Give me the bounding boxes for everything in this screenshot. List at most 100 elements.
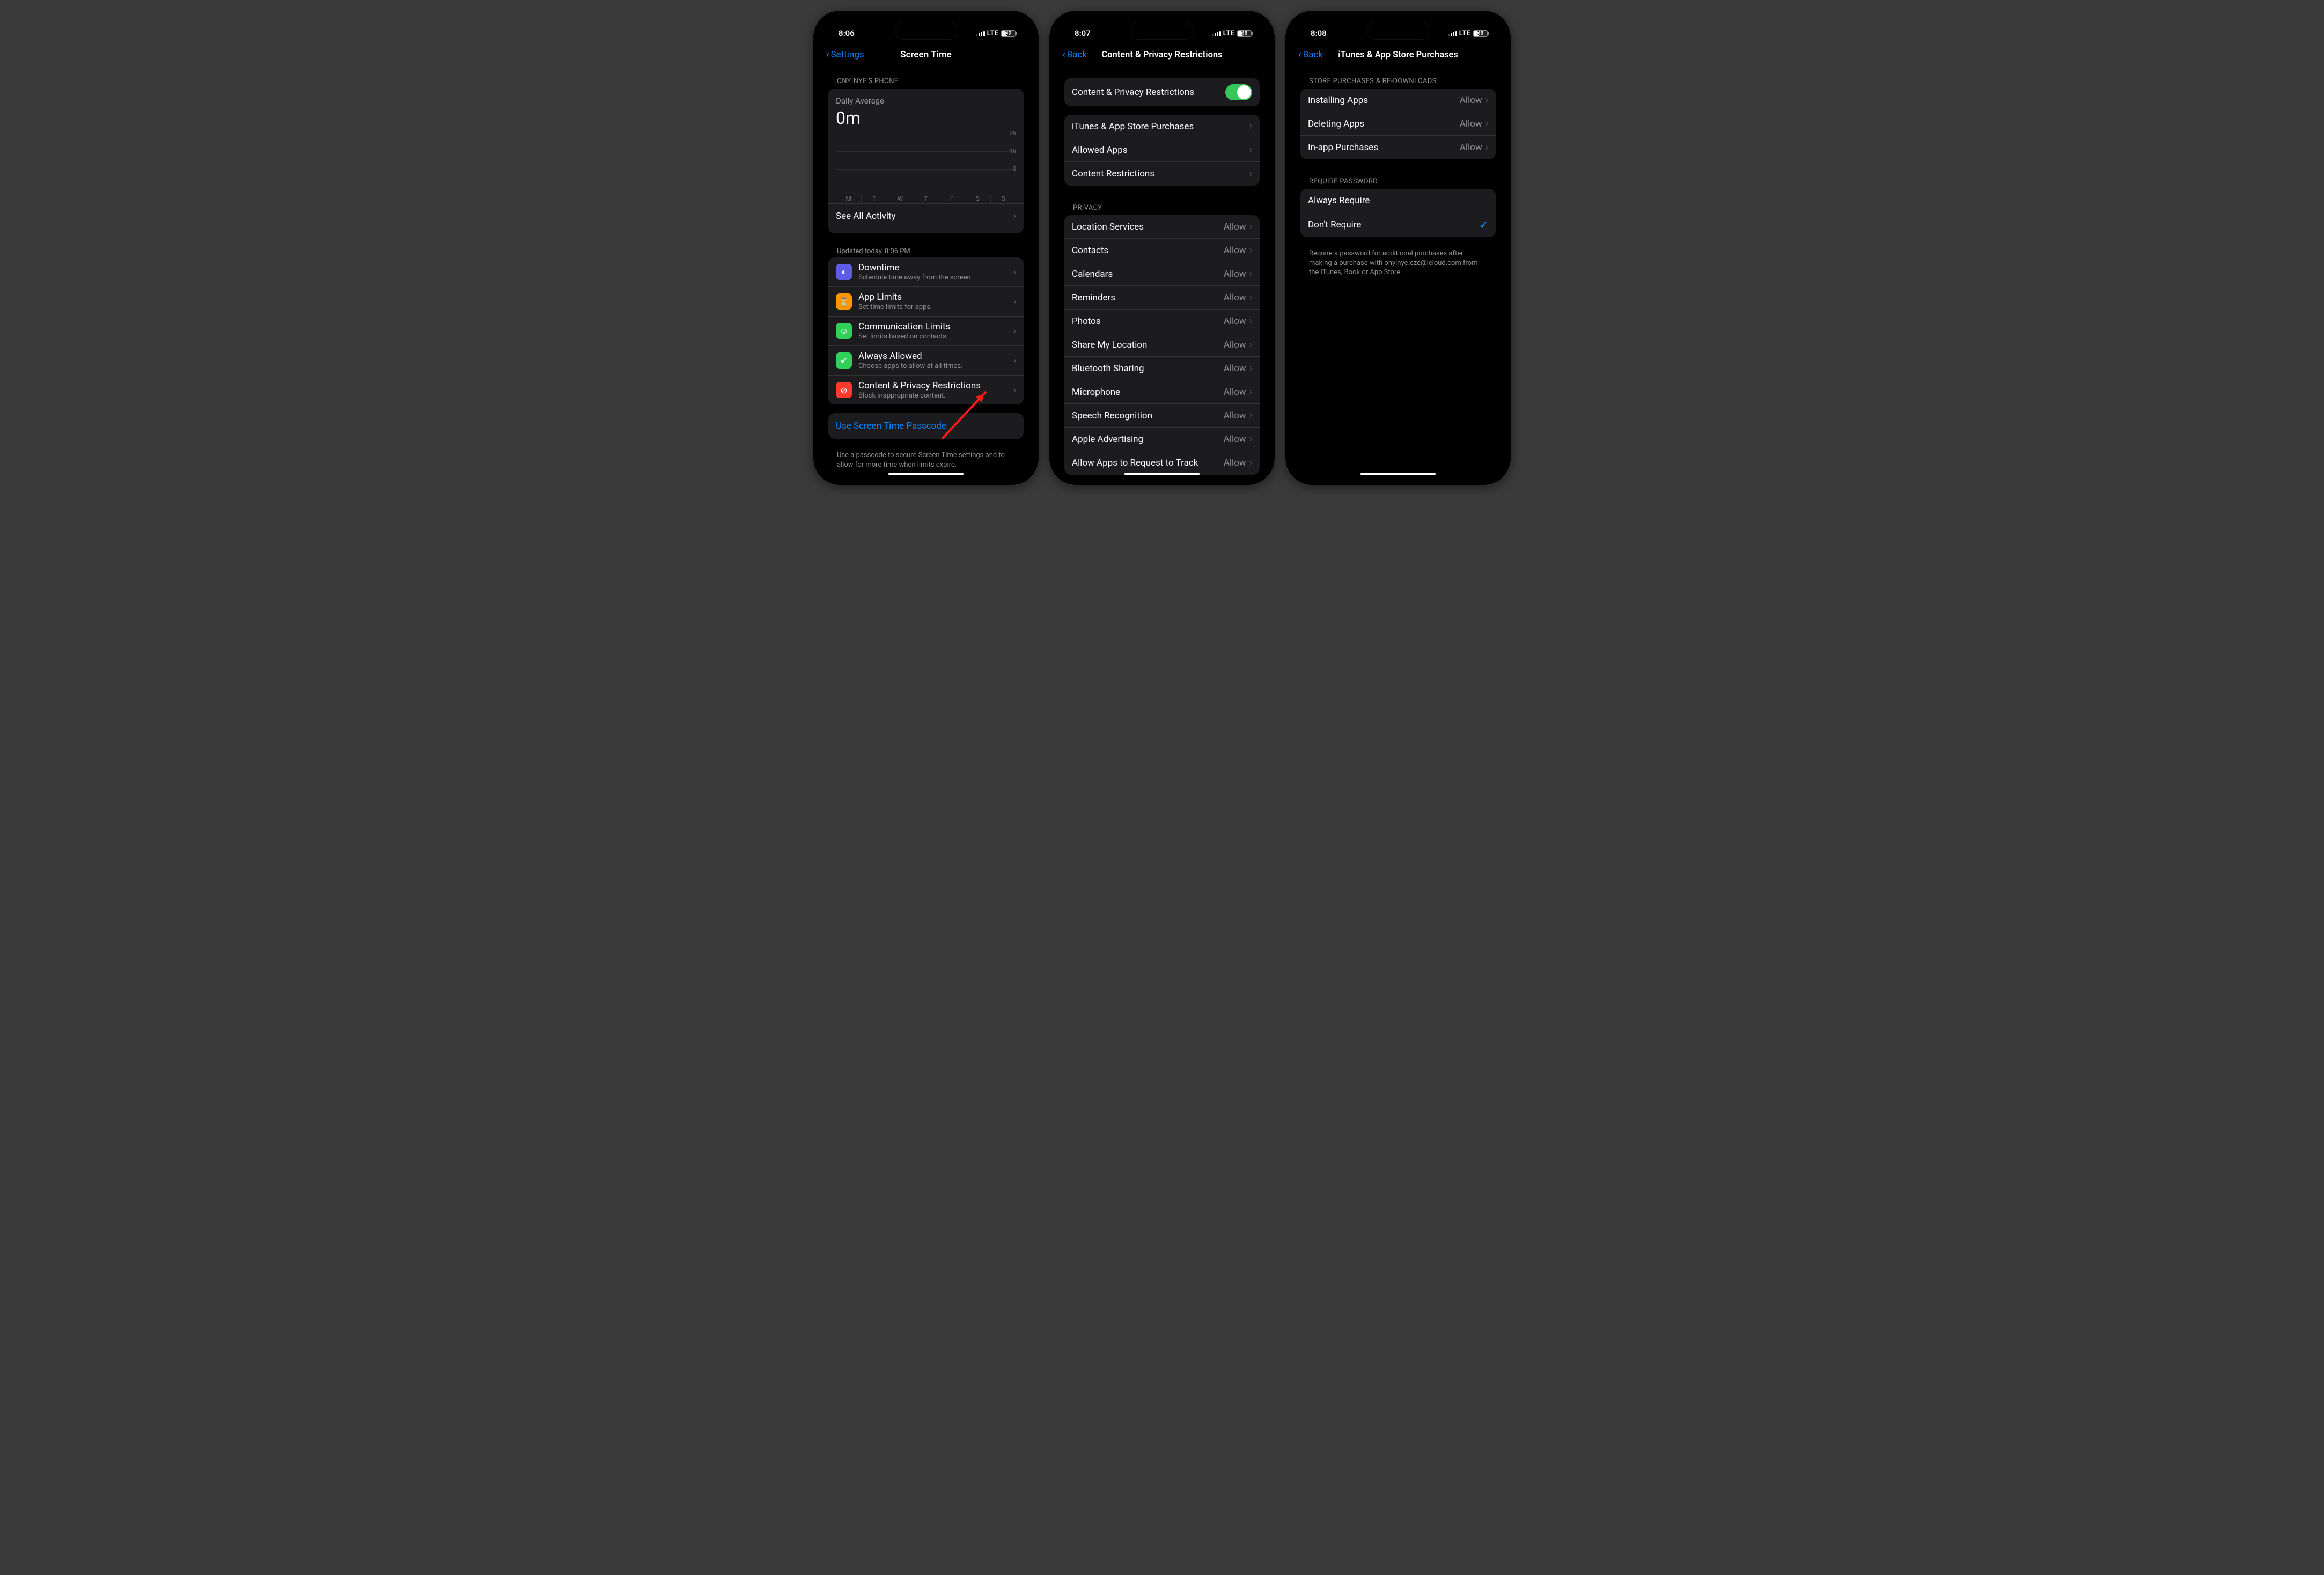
back-label: Settings bbox=[831, 49, 864, 60]
chevron-right-icon: › bbox=[1249, 386, 1252, 398]
chevron-right-icon: › bbox=[1013, 267, 1016, 278]
chevron-left-icon: ‹ bbox=[1062, 48, 1066, 62]
app-limits-row[interactable]: ⏳ App Limits Set time limits for apps. › bbox=[828, 287, 1024, 317]
daily-average-label: Daily Average bbox=[836, 96, 1016, 106]
back-label: Back bbox=[1067, 49, 1087, 60]
allowed-apps-row[interactable]: Allowed Apps › bbox=[1064, 138, 1260, 162]
content-restrictions-row[interactable]: Content Restrictions › bbox=[1064, 162, 1260, 186]
status-time: 8:07 bbox=[1075, 28, 1091, 38]
privacy-row[interactable]: RemindersAllow› bbox=[1064, 286, 1260, 310]
chevron-right-icon: › bbox=[1249, 144, 1252, 156]
daily-average-card: Daily Average 0m 2h 1h 0 M T W T F S bbox=[828, 89, 1024, 233]
row-value: Allow bbox=[1224, 434, 1246, 445]
see-all-activity-label: See All Activity bbox=[836, 211, 1013, 222]
chevron-right-icon: › bbox=[1485, 94, 1488, 106]
back-button[interactable]: ‹ Settings bbox=[826, 48, 864, 62]
row-value: Allow bbox=[1224, 458, 1246, 468]
privacy-row[interactable]: Apple AdvertisingAllow› bbox=[1064, 428, 1260, 451]
back-button[interactable]: ‹ Back bbox=[1298, 48, 1323, 62]
always-allowed-row[interactable]: ✔ Always Allowed Choose apps to allow at… bbox=[828, 346, 1024, 376]
chevron-right-icon: › bbox=[1013, 385, 1016, 396]
status-time: 8:06 bbox=[839, 28, 855, 38]
store-row[interactable]: Deleting AppsAllow› bbox=[1300, 112, 1496, 136]
row-label: Always Require bbox=[1308, 195, 1488, 206]
privacy-row[interactable]: Location ServicesAllow› bbox=[1064, 215, 1260, 239]
communication-limits-row[interactable]: ☺ Communication Limits Set limits based … bbox=[828, 317, 1024, 346]
row-label: Deleting Apps bbox=[1308, 119, 1460, 129]
row-title: Always Allowed bbox=[858, 351, 1013, 362]
require-row[interactable]: Don't Require✓ bbox=[1300, 212, 1496, 237]
checkmark-icon: ✔ bbox=[836, 352, 852, 369]
row-title: App Limits bbox=[858, 292, 1013, 303]
phone-3: 8:08 LTE 38 ‹ Back iTunes & App Store Pu… bbox=[1285, 11, 1511, 485]
privacy-row[interactable]: Speech RecognitionAllow› bbox=[1064, 404, 1260, 428]
usage-chart: 2h 1h 0 bbox=[836, 134, 1016, 187]
nav-bar: ‹ Back Content & Privacy Restrictions bbox=[1056, 44, 1268, 68]
back-label: Back bbox=[1303, 49, 1323, 60]
page-title: iTunes & App Store Purchases bbox=[1292, 50, 1504, 60]
store-header: STORE PURCHASES & RE-DOWNLOADS bbox=[1300, 68, 1496, 89]
chart-tick: 0 bbox=[1013, 165, 1016, 172]
itunes-purchases-row[interactable]: iTunes & App Store Purchases › bbox=[1064, 115, 1260, 138]
row-label: Microphone bbox=[1072, 387, 1224, 398]
privacy-row[interactable]: Share My LocationAllow› bbox=[1064, 333, 1260, 357]
row-label: Reminders bbox=[1072, 292, 1224, 303]
privacy-row[interactable]: Bluetooth SharingAllow› bbox=[1064, 357, 1260, 380]
network-label: LTE bbox=[1459, 30, 1471, 38]
daily-average-value: 0m bbox=[836, 108, 1016, 128]
row-label: Photos bbox=[1072, 316, 1224, 327]
chevron-right-icon: › bbox=[1249, 268, 1252, 279]
back-button[interactable]: ‹ Back bbox=[1062, 48, 1087, 62]
require-footer: Require a password for additional purcha… bbox=[1300, 246, 1496, 286]
chevron-right-icon: › bbox=[1249, 292, 1252, 303]
store-card: Installing AppsAllow›Deleting AppsAllow›… bbox=[1300, 89, 1496, 159]
row-value: Allow bbox=[1224, 340, 1246, 350]
home-indicator[interactable] bbox=[1124, 473, 1200, 475]
status-time: 8:08 bbox=[1311, 28, 1327, 38]
privacy-row[interactable]: CalendarsAllow› bbox=[1064, 262, 1260, 286]
row-label: Share My Location bbox=[1072, 340, 1224, 350]
row-value: Allow bbox=[1224, 222, 1246, 232]
row-label: Apple Advertising bbox=[1072, 434, 1224, 445]
toggle-switch[interactable] bbox=[1225, 84, 1252, 100]
chevron-right-icon: › bbox=[1485, 142, 1488, 153]
downtime-icon: ◐ bbox=[836, 264, 852, 280]
content-privacy-row[interactable]: ⊘ Content & Privacy Restrictions Block i… bbox=[828, 376, 1024, 404]
row-value: Allow bbox=[1224, 410, 1246, 421]
chevron-right-icon: › bbox=[1013, 355, 1016, 366]
chevron-left-icon: ‹ bbox=[1298, 48, 1302, 62]
page-title: Content & Privacy Restrictions bbox=[1056, 50, 1268, 60]
chevron-right-icon: › bbox=[1485, 118, 1488, 129]
chevron-right-icon: › bbox=[1013, 326, 1016, 337]
store-row[interactable]: In-app PurchasesAllow› bbox=[1300, 136, 1496, 159]
row-label: Allow Apps to Request to Track bbox=[1072, 458, 1224, 468]
privacy-card: Location ServicesAllow›ContactsAllow›Cal… bbox=[1064, 215, 1260, 475]
downtime-row[interactable]: ◐ Downtime Schedule time away from the s… bbox=[828, 257, 1024, 287]
toggle-label: Content & Privacy Restrictions bbox=[1072, 87, 1225, 98]
privacy-row[interactable]: MicrophoneAllow› bbox=[1064, 380, 1260, 404]
row-value: Allow bbox=[1224, 292, 1246, 303]
privacy-row[interactable]: ContactsAllow› bbox=[1064, 239, 1260, 262]
privacy-header: PRIVACY bbox=[1064, 194, 1260, 215]
privacy-row[interactable]: Allow Apps to Request to TrackAllow› bbox=[1064, 451, 1260, 475]
row-value: Allow bbox=[1460, 95, 1482, 106]
dynamic-island bbox=[894, 23, 958, 40]
row-subtitle: Schedule time away from the screen. bbox=[858, 274, 1013, 282]
row-title: Communication Limits bbox=[858, 321, 1013, 332]
home-indicator[interactable] bbox=[888, 473, 964, 475]
row-value: Allow bbox=[1224, 387, 1246, 398]
phone-1: 8:06 LTE 39 ‹ Settings Screen Time ONYIN… bbox=[813, 11, 1039, 485]
content-privacy-toggle-row[interactable]: Content & Privacy Restrictions bbox=[1064, 78, 1260, 106]
options-card: ◐ Downtime Schedule time away from the s… bbox=[828, 257, 1024, 404]
updated-text: Updated today, 8:06 PM bbox=[828, 242, 1024, 257]
privacy-row[interactable]: PhotosAllow› bbox=[1064, 310, 1260, 333]
store-row[interactable]: Installing AppsAllow› bbox=[1300, 89, 1496, 112]
use-passcode-button[interactable]: Use Screen Time Passcode bbox=[828, 413, 1024, 439]
hourglass-icon: ⏳ bbox=[836, 293, 852, 310]
row-value: Allow bbox=[1460, 142, 1482, 153]
home-indicator[interactable] bbox=[1360, 473, 1436, 475]
require-row[interactable]: Always Require bbox=[1300, 189, 1496, 212]
chevron-right-icon: › bbox=[1249, 221, 1252, 232]
chart-tick: 2h bbox=[1010, 130, 1016, 137]
see-all-activity-row[interactable]: See All Activity › bbox=[828, 203, 1024, 228]
